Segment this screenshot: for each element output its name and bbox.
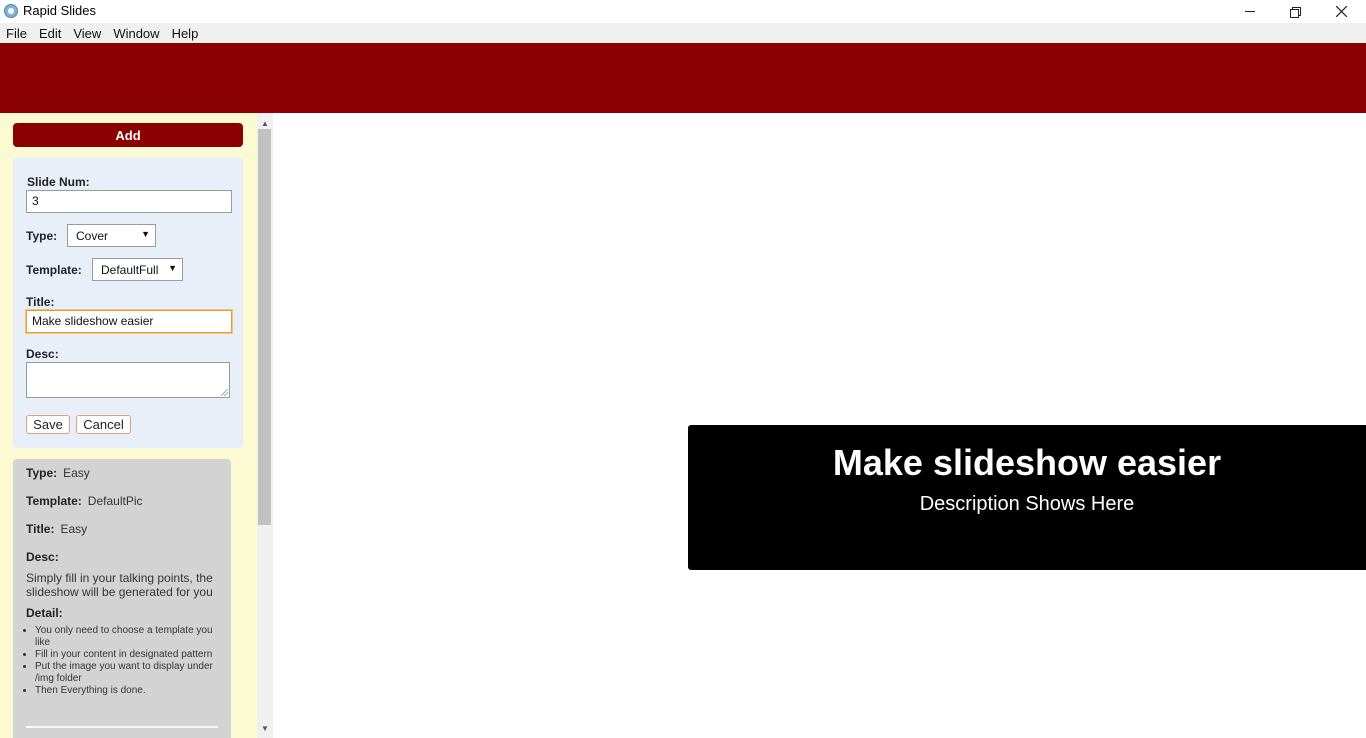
cancel-button[interactable]: Cancel <box>76 415 131 434</box>
slide-num-label: Slide Num: <box>27 175 90 189</box>
menu-file[interactable]: File <box>0 23 33 43</box>
template-label: Template: <box>26 263 82 277</box>
title-bar: Rapid Slides <box>0 0 1366 23</box>
list-item: You only need to choose a template you l… <box>35 625 215 649</box>
list-item: Then Everything is done. <box>35 685 215 697</box>
slide-preview-desc: Description Shows Here <box>919 493 1135 515</box>
slide-preview-title: Make slideshow easier <box>832 442 1222 483</box>
type-select-value: Cover <box>76 229 109 243</box>
info-desc-label: Desc: <box>26 550 59 564</box>
info-title-value: Easy <box>60 522 88 536</box>
sidebar: Add Slide Num: 3 Type: Cover ▼ Template:… <box>0 113 257 738</box>
sidebar-scrollbar[interactable]: ▲ ▼ <box>257 113 273 738</box>
info-desc-text: Simply fill in your talking points, the … <box>26 571 213 599</box>
minimize-icon <box>1245 11 1255 12</box>
scrollbar-thumb[interactable] <box>258 129 271 525</box>
info-title: Title: Easy <box>26 522 87 536</box>
template-select[interactable]: DefaultFull ▼ <box>92 258 183 281</box>
info-detail-heading: Detail: <box>26 606 69 620</box>
slide-preview: Make slideshow easier Description Shows … <box>688 425 1366 570</box>
title-input[interactable]: Make slideshow easier <box>26 310 232 333</box>
title-label: Title: <box>26 295 55 309</box>
menu-edit[interactable]: Edit <box>33 23 67 43</box>
restore-button[interactable] <box>1272 0 1318 23</box>
menu-view[interactable]: View <box>67 23 107 43</box>
info-type-value: Easy <box>63 466 90 480</box>
detail-list: You only need to choose a template you l… <box>35 625 215 697</box>
info-desc-heading: Desc: <box>26 550 65 564</box>
close-button[interactable] <box>1318 0 1364 23</box>
close-icon <box>1335 6 1347 17</box>
minimize-button[interactable] <box>1227 0 1273 23</box>
desc-textarea[interactable] <box>26 362 230 398</box>
restore-icon <box>1290 6 1301 18</box>
scroll-down-arrow-icon[interactable]: ▼ <box>257 720 273 736</box>
slide-info-card[interactable]: Type: Easy Template: DefaultPic Title: Easy… <box>13 459 231 738</box>
divider <box>26 726 218 728</box>
app-header <box>0 43 1366 113</box>
info-template-value: DefaultPic <box>87 494 143 508</box>
menu-window[interactable]: Window <box>107 23 165 43</box>
chevron-down-icon: ▼ <box>168 263 177 273</box>
chevron-down-icon: ▼ <box>141 229 150 239</box>
info-detail-label: Detail: <box>26 606 63 620</box>
info-type: Type: Easy <box>26 466 90 480</box>
info-template-label: Template: <box>26 494 82 508</box>
list-item: Put the image you want to display under … <box>35 661 215 685</box>
desc-label: Desc: <box>26 347 59 361</box>
list-item: Fill in your content in designated patte… <box>35 649 215 661</box>
menu-help[interactable]: Help <box>166 23 205 43</box>
menu-bar: File Edit View Window Help <box>0 23 1366 43</box>
app-logo-icon <box>4 4 18 18</box>
type-select[interactable]: Cover ▼ <box>67 224 156 247</box>
slide-edit-form: Slide Num: 3 Type: Cover ▼ Template: Def… <box>13 157 243 448</box>
info-type-label: Type: <box>26 466 58 480</box>
slide-num-input[interactable]: 3 <box>26 190 232 213</box>
template-select-value: DefaultFull <box>101 263 159 277</box>
window-title: Rapid Slides <box>23 3 96 18</box>
type-label: Type: <box>26 229 58 243</box>
info-title-label: Title: <box>26 522 55 536</box>
info-template: Template: DefaultPic <box>26 494 143 508</box>
add-button[interactable]: Add <box>13 123 243 147</box>
save-button[interactable]: Save <box>26 415 70 434</box>
